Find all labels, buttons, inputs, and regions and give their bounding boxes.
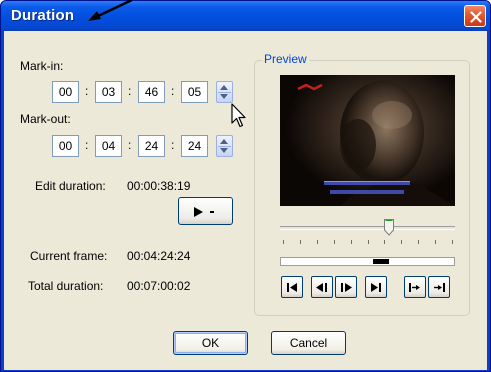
time-separator: : — [128, 138, 132, 152]
mark-out-spinner[interactable] — [216, 135, 233, 157]
play-selection-button[interactable] — [178, 197, 233, 225]
selection-range-bar — [280, 257, 455, 266]
spin-down-icon[interactable] — [220, 148, 228, 153]
current-frame-value: 00:04:24:24 — [127, 249, 191, 263]
cancel-button[interactable]: Cancel — [271, 331, 346, 355]
previous-frame-button[interactable] — [311, 276, 333, 298]
go-to-start-button[interactable] — [281, 276, 303, 298]
mark-in-hours-field[interactable]: 00 — [52, 81, 79, 103]
go-to-mark-in-icon — [409, 283, 420, 292]
annotation-arrow-icon — [88, 0, 133, 21]
current-frame-label: Current frame: — [30, 249, 108, 263]
range-dash-icon — [210, 211, 214, 213]
slider-tick — [368, 240, 369, 244]
slider-tick — [384, 240, 385, 244]
go-to-mark-out-icon — [434, 283, 445, 292]
video-still-image — [280, 75, 455, 206]
next-frame-icon — [341, 283, 352, 292]
slider-tick — [401, 240, 402, 244]
close-icon — [470, 11, 482, 23]
go-to-mark-in-button[interactable] — [404, 276, 426, 298]
total-duration-value: 00:07:00:02 — [127, 279, 191, 293]
close-button[interactable] — [464, 5, 486, 27]
time-separator: : — [128, 84, 132, 98]
slider-tick — [435, 240, 436, 244]
time-separator: : — [171, 84, 175, 98]
time-separator: : — [85, 84, 89, 98]
mark-in-spinner[interactable] — [216, 81, 233, 103]
mark-in-frames-field[interactable]: 05 — [181, 81, 208, 103]
play-icon — [194, 207, 203, 217]
mark-in-minutes-field[interactable]: 03 — [95, 81, 122, 103]
spin-up-icon[interactable] — [220, 139, 228, 144]
edit-duration-value: 00:00:38:19 — [127, 179, 191, 193]
mark-in-label: Mark-in: — [20, 59, 64, 73]
slider-tick — [418, 240, 419, 244]
go-to-end-icon — [371, 283, 381, 292]
slider-tick — [317, 240, 318, 244]
mark-out-label: Mark-out: — [20, 112, 71, 126]
slider-tick — [334, 240, 335, 244]
spin-down-icon[interactable] — [220, 94, 228, 99]
mouse-pointer-icon — [231, 103, 246, 128]
go-to-end-button[interactable] — [365, 276, 387, 298]
slider-tick — [283, 240, 284, 244]
next-frame-button[interactable] — [335, 276, 357, 298]
preview-video-frame — [280, 75, 455, 206]
selection-range-marker — [373, 259, 389, 264]
time-separator: : — [85, 138, 89, 152]
spin-up-icon[interactable] — [220, 85, 228, 90]
position-slider-track[interactable] — [280, 226, 455, 230]
slider-tick — [300, 240, 301, 244]
total-duration-label: Total duration: — [28, 279, 104, 293]
mark-out-hours-field[interactable]: 00 — [52, 135, 79, 157]
mark-out-seconds-field[interactable]: 24 — [138, 135, 165, 157]
edit-duration-label: Edit duration: — [35, 179, 106, 193]
slider-tick — [452, 240, 453, 244]
ok-button[interactable]: OK — [173, 331, 248, 355]
mark-out-minutes-field[interactable]: 04 — [95, 135, 122, 157]
previous-frame-icon — [316, 283, 327, 292]
preview-group-title: Preview — [262, 52, 309, 66]
spin-divider — [218, 146, 231, 147]
mark-in-seconds-field[interactable]: 46 — [138, 81, 165, 103]
go-to-mark-out-button[interactable] — [428, 276, 450, 298]
spin-divider — [218, 92, 231, 93]
mark-out-frames-field[interactable]: 24 — [181, 135, 208, 157]
position-slider-thumb[interactable] — [384, 219, 394, 236]
time-separator: : — [171, 138, 175, 152]
slider-tick — [351, 240, 352, 244]
go-to-start-icon — [287, 283, 297, 292]
